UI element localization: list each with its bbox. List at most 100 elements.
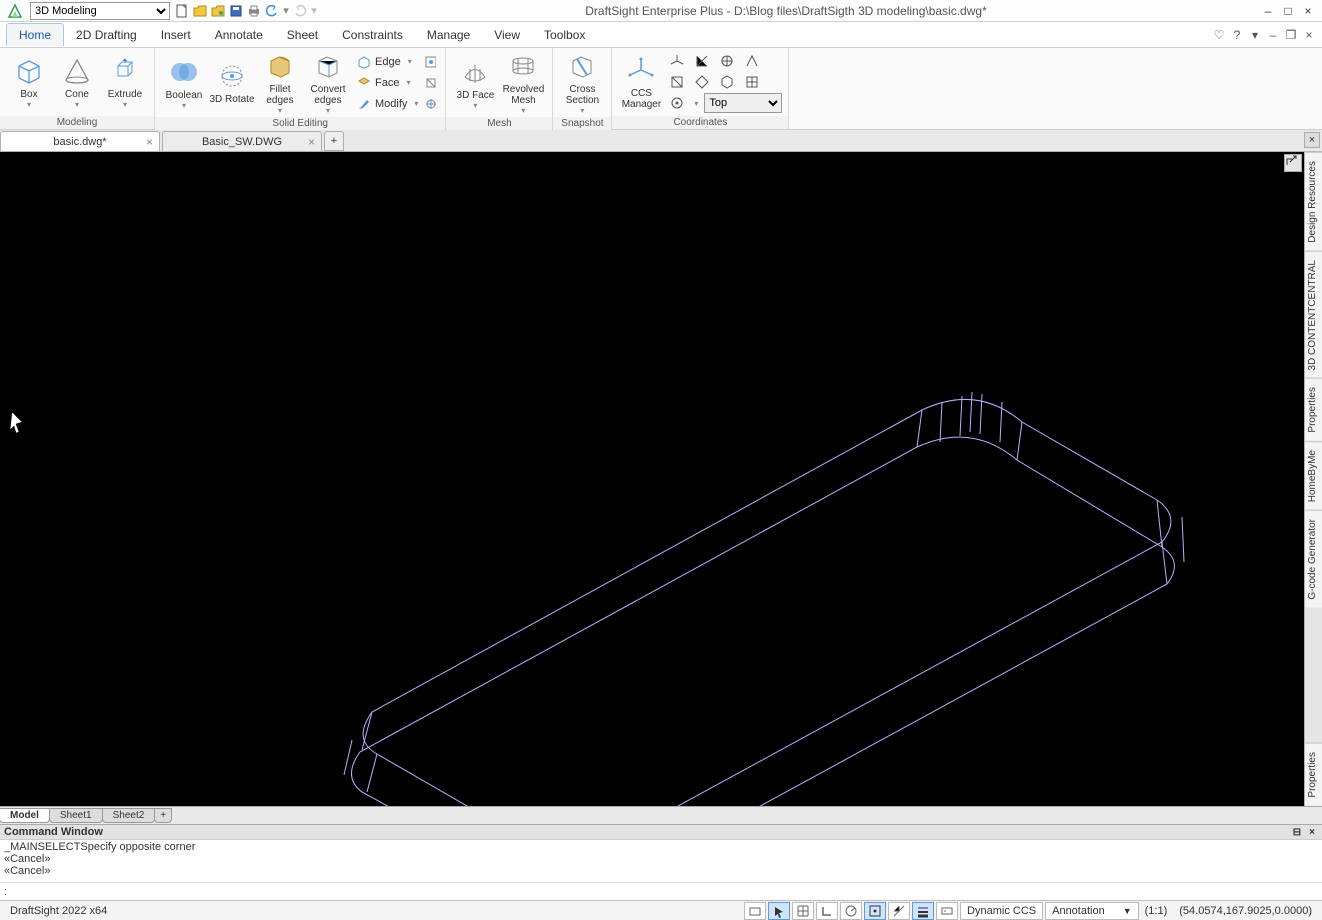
fillet-edges-button[interactable]: Fillet edges▾ [257,50,303,115]
cross-section-button[interactable]: Cross Section▾ [559,50,605,115]
panel-homebyme[interactable]: HomeByMe [1305,441,1322,510]
annotation-scale-combo[interactable]: Annotation▼ [1045,902,1139,920]
panel-close-icon[interactable]: × [1304,132,1320,148]
panel-3d-contentcentral[interactable]: 3D CONTENTCENTRAL [1305,251,1322,379]
tab-toolbox[interactable]: Toolbox [532,24,597,46]
status-etrack-icon[interactable] [888,902,910,920]
sheet-tab-2[interactable]: Sheet2 [102,808,156,823]
extrude-button[interactable]: Extrude▾ [102,55,148,109]
close-tab-icon[interactable]: × [146,135,153,149]
cmdwin-close-icon[interactable]: × [1306,826,1318,838]
panel-design-resources[interactable]: Design Resources [1305,152,1322,251]
open-file2-icon[interactable] [210,3,226,19]
print-icon[interactable] [246,3,262,19]
viewport[interactable]: X Y Z [0,152,1304,806]
open-file-icon[interactable] [192,3,208,19]
redo-icon[interactable] [292,3,308,19]
cmdwin-pin-icon[interactable]: ⊟ [1291,826,1303,838]
save-icon[interactable] [228,3,244,19]
close-button[interactable]: × [1300,3,1316,19]
panel-properties[interactable]: Properties [1305,378,1322,441]
box-button[interactable]: Box▾ [6,55,52,109]
status-bar: DraftSight 2022 x64 Dynamic CCS Annotati… [0,900,1322,920]
ccs-view1-icon[interactable] [666,72,688,92]
boolean-icon [168,56,200,88]
edge-tool-1-icon[interactable] [421,52,439,72]
tab-view[interactable]: View [482,24,532,46]
command-window-header[interactable]: Command Window ⊟ × [0,824,1322,840]
face-button[interactable]: Face▾ [353,73,421,93]
undo-dropdown-icon[interactable]: ▾ [282,3,290,19]
close-tab-icon[interactable]: × [308,135,315,149]
ccs-view3-icon[interactable] [716,72,738,92]
tab-manage[interactable]: Manage [415,24,482,46]
version-label: DraftSight 2022 x64 [4,905,113,917]
tab-home[interactable]: Home [6,23,64,46]
3d-rotate-button[interactable]: 3D Rotate [209,60,255,105]
convert-edges-button[interactable]: Convert edges▾ [305,50,351,115]
status-esnap-icon[interactable] [864,902,886,920]
revolved-mesh-button[interactable]: Revolved Mesh▾ [500,50,546,115]
viewport-restore-icon[interactable] [1284,154,1302,172]
tab-insert[interactable]: Insert [149,24,203,46]
status-qinput-icon[interactable] [936,902,958,920]
ccs-origin-dd-icon[interactable]: ▾ [691,93,701,113]
ccs-view4-icon[interactable] [741,72,763,92]
new-file-icon[interactable] [174,3,190,19]
work-area: X Y Z Design Resources 3D CONTENTCENTRAL… [0,152,1322,806]
ccs-axis3-icon[interactable] [716,51,738,71]
coordinates-readout: (54.0574,167.9025,0.0000) [1173,905,1318,917]
status-lineweight-icon[interactable] [912,902,934,920]
heart-icon[interactable]: ♡ [1212,28,1226,42]
ccs-origin-icon[interactable] [666,93,688,113]
panel-properties-2[interactable]: Properties [1305,743,1322,806]
quick-access-toolbar: ▾ ▾ [174,3,318,19]
status-ortho-icon[interactable] [816,902,838,920]
file-tab-basic[interactable]: basic.dwg* × [0,131,160,151]
add-tab-button[interactable]: + [324,131,344,151]
status-grid-icon[interactable] [792,902,814,920]
fillet-icon [264,50,296,82]
status-toggle-1[interactable] [744,902,766,920]
maximize-button[interactable]: □ [1280,3,1296,19]
tab-2d-drafting[interactable]: 2D Drafting [64,24,149,46]
ccs-axis2-icon[interactable] [691,51,713,71]
help-dropdown-icon[interactable]: ▾ [1248,28,1262,42]
minimize-button[interactable]: – [1260,3,1276,19]
modify-button[interactable]: Modify▾ [353,94,421,114]
command-window-input[interactable]: : [0,882,1322,900]
sheet-tab-model[interactable]: Model [0,808,50,823]
ccs-manager-icon [625,54,657,86]
boolean-button[interactable]: Boolean▾ [161,56,207,110]
sheet-tab-1[interactable]: Sheet1 [49,808,103,823]
edge-tool-3-icon[interactable] [421,94,439,114]
undo-icon[interactable] [264,3,280,19]
help-icon[interactable]: ? [1230,28,1244,42]
box-icon [13,55,45,87]
ccs-view2-icon[interactable] [691,72,713,92]
sheet-tab-add[interactable]: + [154,808,172,823]
status-cursor-icon[interactable] [768,902,790,920]
edge-button[interactable]: Edge▾ [353,52,421,72]
doc-restore-button[interactable]: ❐ [1284,28,1298,42]
edge-tool-2-icon[interactable] [421,73,439,93]
ccs-axis4-icon[interactable] [741,51,763,71]
file-tab-basic-sw[interactable]: Basic_SW.DWG × [162,131,322,151]
ccs-named-select[interactable]: Top [704,93,782,113]
3d-face-button[interactable]: 3D Face▾ [452,56,498,110]
cone-button[interactable]: Cone▾ [54,55,100,109]
redo-dropdown-icon[interactable]: ▾ [310,3,318,19]
workspace-select[interactable]: 3D Modeling [30,2,170,20]
status-polar-icon[interactable] [840,902,862,920]
dynamic-ccs-toggle[interactable]: Dynamic CCS [960,902,1043,920]
tab-sheet[interactable]: Sheet [275,24,330,46]
ribbon-tabs: Home 2D Drafting Insert Annotate Sheet C… [0,22,1322,48]
ccs-manager-button[interactable]: CCS Manager [618,54,664,110]
ccs-axis1-icon[interactable] [666,51,688,71]
panel-gcode-generator[interactable]: G-code Generator [1305,510,1322,608]
doc-minimize-button[interactable]: – [1266,28,1280,42]
doc-close-button[interactable]: × [1302,28,1316,42]
tab-annotate[interactable]: Annotate [203,24,275,46]
modify-icon [356,96,372,112]
tab-constraints[interactable]: Constraints [330,24,415,46]
